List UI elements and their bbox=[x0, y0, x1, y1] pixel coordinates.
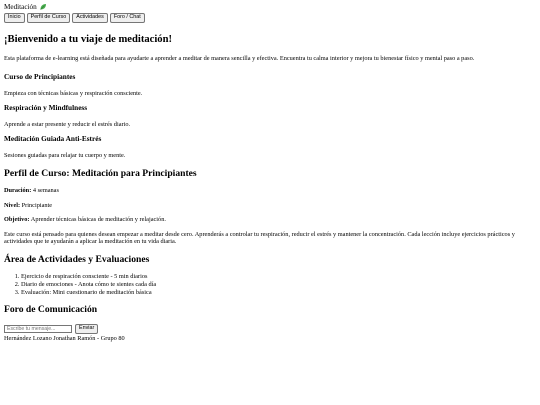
activities-section: Área de Actividades y Evaluaciones Ejerc… bbox=[4, 254, 536, 296]
activities-list: Ejercicio de respiración consciente - 5 … bbox=[4, 273, 536, 296]
forum-title: Foro de Comunicación bbox=[4, 304, 98, 316]
course-desc: Aprende a estar presente y reducir el es… bbox=[4, 120, 131, 128]
level-label: Nivel: bbox=[4, 201, 21, 209]
course-desc: Sesiones guiadas para relajar tu cuerpo … bbox=[4, 152, 126, 160]
forum-section: Foro de Comunicación Enviar Hernández Lo… bbox=[4, 304, 536, 342]
welcome-section: ¡Bienvenido a tu viaje de meditación! Es… bbox=[4, 34, 536, 160]
footer-credit: Hernández Lozano Jonathan Ramón - Grupo … bbox=[4, 334, 125, 342]
course-title: Respiración y Mindfulness bbox=[4, 103, 88, 113]
list-item: Evaluación: Mini cuestionario de meditac… bbox=[21, 289, 536, 297]
welcome-title: ¡Bienvenido a tu viaje de meditación! bbox=[4, 33, 173, 45]
objective-label: Objetivo: bbox=[4, 216, 30, 224]
welcome-intro: Esta plataforma de e-learning está diseñ… bbox=[4, 55, 475, 63]
leaf-icon bbox=[40, 4, 46, 11]
course-card-respiracion: Respiración y Mindfulness Aprende a esta… bbox=[4, 103, 536, 128]
nav-inicio-button[interactable]: Inicio bbox=[4, 12, 25, 23]
page: Meditación Inicio Perfil de Curso Activi… bbox=[0, 0, 540, 345]
profile-objective: Objetivo: Aprender técnicas básicas de m… bbox=[4, 216, 536, 224]
course-desc: Empieza con técnicas básicas y respiraci… bbox=[4, 89, 143, 97]
course-title: Meditación Guiada Anti-Estrés bbox=[4, 134, 102, 144]
duration-label: Duración: bbox=[4, 187, 32, 195]
course-profile-section: Perfil de Curso: Meditación para Princip… bbox=[4, 168, 536, 246]
list-item: Ejercicio de respiración consciente - 5 … bbox=[21, 273, 536, 281]
course-card-principiantes: Curso de Principiantes Empieza con técni… bbox=[4, 71, 536, 97]
list-item: Diario de emociones - Anota cómo te sien… bbox=[21, 281, 536, 289]
profile-description: Este curso está pensado para quienes des… bbox=[4, 230, 515, 246]
nav-actividades-button[interactable]: Actividades bbox=[72, 12, 108, 23]
chat-input-row: Enviar bbox=[4, 323, 536, 334]
activities-title: Área de Actividades y Evaluaciones bbox=[4, 253, 150, 265]
profile-duration: Duración: 4 semanas bbox=[4, 187, 536, 195]
nav-perfil-curso-button[interactable]: Perfil de Curso bbox=[26, 12, 71, 23]
message-input[interactable] bbox=[4, 324, 72, 333]
profile-level: Nivel: Principiante bbox=[4, 202, 536, 210]
objective-value: Aprender técnicas básicas de meditación … bbox=[30, 216, 166, 224]
course-title: Curso de Principiantes bbox=[4, 71, 76, 81]
profile-title: Perfil de Curso: Meditación para Princip… bbox=[4, 167, 197, 179]
main-nav: Inicio Perfil de Curso Actividades Foro … bbox=[4, 12, 536, 23]
site-title-text: Meditación bbox=[4, 3, 37, 11]
site-title: Meditación bbox=[4, 3, 536, 12]
send-button[interactable]: Enviar bbox=[75, 323, 99, 334]
duration-value: 4 semanas bbox=[32, 187, 59, 195]
level-value: Principiante bbox=[21, 201, 53, 209]
course-card-anti-estres: Meditación Guiada Anti-Estrés Sesiones g… bbox=[4, 134, 536, 160]
nav-foro-chat-button[interactable]: Foro / Chat bbox=[109, 12, 145, 23]
